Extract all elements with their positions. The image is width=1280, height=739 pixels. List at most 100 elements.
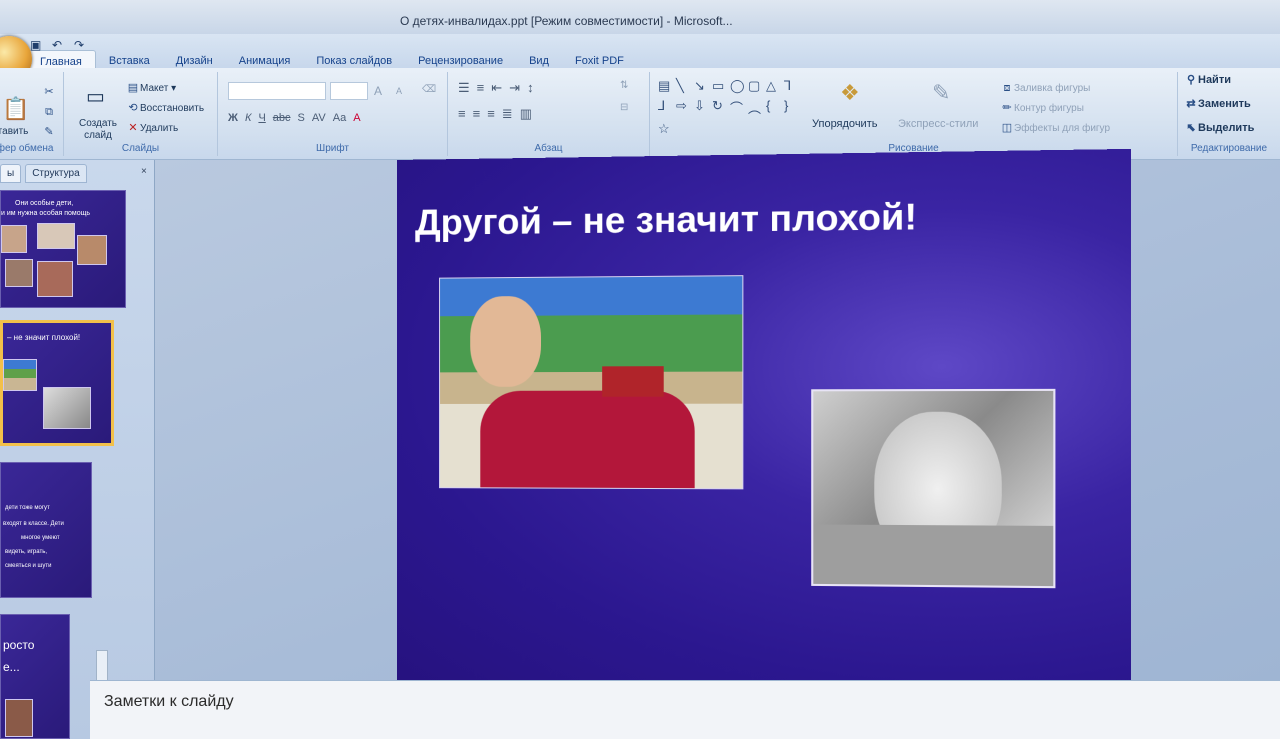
thumbnail-2-photo-2 (43, 387, 91, 429)
clipboard-group: 📋 Вставить ✂ ⧉ ✎ Буфер обмена (0, 72, 64, 156)
layout-button[interactable]: ▤ Макет ▾ (126, 82, 176, 94)
thumbnail-2-title: – не значит плохой! (7, 333, 81, 342)
textbox-shape-icon[interactable]: ▤ (658, 78, 674, 94)
italic-button[interactable]: К (245, 112, 251, 124)
quick-access-toolbar: ▣ ↶ ↷ (30, 38, 90, 52)
slide-thumbnail-2[interactable]: – не значит плохой! (0, 320, 114, 446)
grow-font-button[interactable]: A (374, 84, 382, 98)
cut-icon[interactable]: ✂ (42, 86, 56, 98)
tab-outline[interactable]: Структура (25, 164, 87, 183)
rectangle-shape-icon[interactable]: ▭ (712, 78, 728, 94)
editing-group: ⚲ Найти ⇄ Заменить ⬉ Выделить Редактировани… (1178, 72, 1280, 156)
rounded-rect-shape-icon[interactable]: ▢ (748, 78, 764, 94)
redo-icon[interactable]: ↷ (74, 38, 90, 52)
delete-slide-button[interactable]: ✕ Удалить (126, 122, 178, 134)
slide-workspace: Другой – не значит плохой! (155, 148, 1280, 692)
star-shape-icon[interactable]: ☆ (658, 121, 674, 137)
align-center-icon[interactable]: ≡ (473, 106, 481, 122)
shrink-font-button[interactable]: A (396, 86, 402, 96)
arrow-line-shape-icon[interactable]: ↘ (694, 78, 710, 94)
title-bar: О детях-инвалидах.ppt [Режим совместимос… (0, 0, 1280, 34)
line-spacing-icon[interactable]: ↕ (527, 80, 534, 96)
clear-format-icon[interactable]: ⌫ (422, 84, 436, 95)
tab-slides[interactable]: ы (0, 164, 22, 183)
bullets-icon[interactable]: ☰ (458, 80, 470, 96)
shapes-gallery[interactable]: ▤ ╲ ↘ ▭ ◯ ▢ △ ⅂ ⅃ ⇨ ⇩ ↻ ⌒ ︵{} ☆ (658, 78, 798, 137)
triangle-shape-icon[interactable]: △ (766, 78, 782, 94)
save-icon[interactable]: ▣ (30, 38, 46, 52)
line-shape-icon[interactable]: ╲ (676, 78, 692, 94)
arc-shape-icon[interactable]: ︵ (748, 98, 764, 117)
editing-group-label: Редактирование (1190, 143, 1268, 154)
slide-photo-boy[interactable] (439, 275, 744, 490)
down-arrow-shape-icon[interactable]: ⇩ (694, 98, 710, 117)
oval-shape-icon[interactable]: ◯ (730, 78, 746, 94)
bold-button[interactable]: Ж (228, 112, 238, 124)
close-icon[interactable]: × (141, 166, 147, 177)
brace-right-shape-icon[interactable]: } (784, 98, 800, 117)
shape-fill-button[interactable]: ⧈ Заливка фигуры (1000, 82, 1091, 94)
l-shape-icon[interactable]: ⅂ (784, 78, 800, 94)
font-format-row: Ж К Ч abc S AV Aa A (228, 112, 361, 124)
char-spacing-button[interactable]: AV (312, 112, 326, 124)
new-slide-button[interactable]: Создать слайд (74, 118, 122, 142)
thumbnail-3-line-4: видеть, играть, (5, 549, 48, 555)
paste-icon[interactable]: 📋 (2, 96, 29, 122)
layout-icon: ▤ (127, 82, 139, 94)
thumbnail-3-line-3: многое умеют (21, 535, 60, 541)
curved-shape-icon[interactable]: ↻ (712, 98, 728, 117)
notes-pane[interactable]: Заметки к слайду (90, 680, 1280, 739)
replace-button[interactable]: ⇄ Заменить (1184, 98, 1250, 110)
strikethrough-button[interactable]: abc (273, 112, 291, 124)
font-color-icon[interactable]: A (353, 112, 360, 124)
format-painter-icon[interactable]: ✎ (42, 126, 56, 138)
current-slide[interactable]: Другой – не значит плохой! (397, 148, 1132, 692)
arrange-icon: ❖ (840, 80, 860, 105)
slide-title[interactable]: Другой – не значит плохой! (415, 195, 917, 243)
thumbnail-3-line-5: смеяться и шути (5, 563, 52, 569)
shadow-icon[interactable]: S (298, 112, 305, 124)
select-button[interactable]: ⬉ Выделить (1184, 122, 1254, 134)
justify-icon[interactable]: ≣ (502, 106, 513, 122)
slide-thumbnail-4[interactable]: росто е... (0, 614, 70, 739)
thumbnail-4-line-2: е... (3, 660, 20, 674)
connector-shape-icon[interactable]: ⅃ (658, 98, 674, 117)
change-case-button[interactable]: Aa (333, 112, 346, 124)
shape-effects-button[interactable]: ◫ Эффекты для фигур (1000, 122, 1110, 134)
font-name-field[interactable] (228, 82, 326, 100)
toy-shape (602, 366, 664, 397)
paste-button[interactable]: Вставить (0, 126, 28, 137)
quick-styles-button[interactable]: Экспресс-стили (898, 118, 978, 130)
paragraph-align-row: ≡ ≡ ≡ ≣ ▥ (458, 106, 532, 122)
columns-icon[interactable]: ▥ (520, 106, 532, 122)
font-group: A A ⌫ Ж К Ч abc S AV Aa A Шрифт (218, 72, 448, 156)
curve-shape-icon[interactable]: ⌒ (730, 98, 746, 117)
text-direction-icon[interactable]: ⇅ (620, 80, 628, 91)
decrease-indent-icon[interactable]: ⇤ (491, 80, 502, 96)
panel-tabs: ы Структура (0, 164, 87, 183)
right-arrow-shape-icon[interactable]: ⇨ (676, 98, 692, 117)
copy-icon[interactable]: ⧉ (42, 106, 56, 118)
shape-outline-button[interactable]: ✏ Контур фигуры (1000, 102, 1084, 114)
numbering-icon[interactable]: ≡ (477, 80, 485, 96)
font-size-field[interactable] (330, 82, 368, 100)
brace-left-shape-icon[interactable]: { (766, 98, 782, 117)
slide-thumbnail-3[interactable]: дети тоже могут входят в классе. Дети мн… (0, 462, 92, 598)
find-button[interactable]: ⚲ Найти (1184, 74, 1231, 86)
slide-thumbnail-1[interactable]: Они особые дети, и им нужна особая помощ… (0, 190, 126, 308)
thumbnail-3-line-1: дети тоже могут (5, 505, 50, 511)
align-left-icon[interactable]: ≡ (458, 106, 466, 122)
undo-icon[interactable]: ↶ (52, 38, 68, 52)
arrange-button[interactable]: Упорядочить (812, 118, 877, 130)
increase-indent-icon[interactable]: ⇥ (509, 80, 520, 96)
notes-placeholder[interactable]: Заметки к слайду (104, 693, 234, 711)
align-text-icon[interactable]: ⊟ (620, 102, 628, 113)
slide-photo-girl[interactable] (811, 388, 1056, 589)
reset-button[interactable]: ⟲ Восстановить (126, 102, 204, 114)
align-right-icon[interactable]: ≡ (487, 106, 495, 122)
binoculars-icon: ⚲ (1186, 74, 1196, 86)
new-slide-icon[interactable]: ▭ (86, 84, 105, 109)
effects-icon: ◫ (1001, 122, 1013, 134)
thumbnail-1-photo-4 (5, 259, 33, 287)
underline-button[interactable]: Ч (258, 112, 265, 124)
